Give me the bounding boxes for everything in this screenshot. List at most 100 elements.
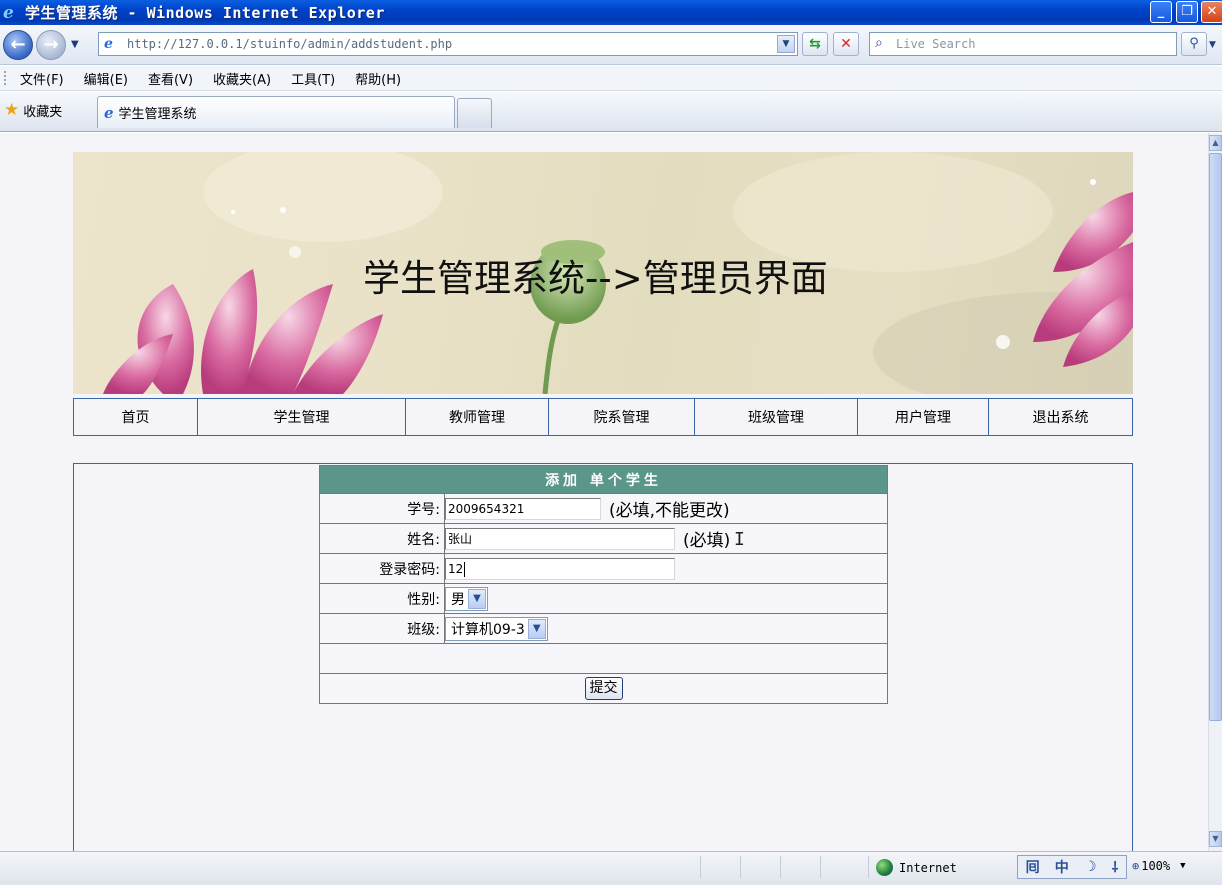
class-value: 计算机09-3 <box>451 621 525 638</box>
menu-bar: 文件(F) 编辑(E) 查看(V) 收藏夹(A) 工具(T) 帮助(H) <box>0 66 1222 91</box>
url-text[interactable]: http://127.0.0.1/stuinfo/admin/addstuden… <box>127 37 452 51</box>
nav-item-classes[interactable]: 班级管理 <box>695 399 858 435</box>
form-header-row: 添加 单个学生 <box>319 465 888 494</box>
star-icon: ★ <box>4 100 20 120</box>
forward-button[interactable]: → <box>36 30 66 60</box>
row-name: 姓名: 张山 (必填) I <box>319 523 888 554</box>
nav-item-students[interactable]: 学生管理 <box>198 399 406 435</box>
menu-help[interactable]: 帮助(H) <box>355 69 401 88</box>
status-bar: Internet 囘 中 ☽ ⸸ ⊕ 100% ▼ <box>0 851 1222 885</box>
row-gender: 性别: 男 ▼ <box>319 583 888 614</box>
scroll-down-button[interactable]: ▼ <box>1209 831 1222 847</box>
nav-item-logout[interactable]: 退出系统 <box>989 399 1132 435</box>
scroll-thumb[interactable] <box>1209 153 1222 721</box>
recent-pages-dropdown[interactable]: ▼ <box>71 39 79 50</box>
zoom-level: 100% <box>1141 859 1171 873</box>
student-id-hint: (必填,不能更改) <box>609 501 730 521</box>
window-titlebar: e 学生管理系统 - Windows Internet Explorer _ ❐… <box>0 0 1222 25</box>
tab-bar: ★ 收藏夹 e 学生管理系统 <box>0 92 1222 132</box>
nav-item-teachers[interactable]: 教师管理 <box>406 399 549 435</box>
row-password: 登录密码: 12 <box>319 553 888 584</box>
nav-item-users[interactable]: 用户管理 <box>858 399 989 435</box>
tab-active[interactable]: e 学生管理系统 <box>97 96 455 128</box>
page-icon: e <box>104 36 113 52</box>
row-student-id: 学号: 2009654321 (必填,不能更改) <box>319 493 888 524</box>
new-tab-button[interactable] <box>457 98 492 128</box>
ime-chinese-icon[interactable]: 中 <box>1055 857 1069 877</box>
refresh-icon: ⇆ <box>809 36 821 52</box>
ime-halfwidth-icon[interactable]: ☽ <box>1084 859 1097 875</box>
favorites-label: 收藏夹 <box>23 104 63 120</box>
gender-label: 性别: <box>319 583 445 614</box>
toolbar-grip[interactable] <box>4 71 10 85</box>
menu-view[interactable]: 查看(V) <box>148 69 193 88</box>
zone-label: Internet <box>899 860 957 875</box>
row-submit: 提交 <box>319 673 888 704</box>
tab-ie-icon: e <box>104 103 114 122</box>
close-button[interactable]: ✕ <box>1201 1 1222 23</box>
minimize-button[interactable]: _ <box>1150 1 1172 23</box>
add-student-form: 添加 单个学生 学号: 2009654321 (必填,不能更改) 姓名: 张山 (必… <box>319 465 888 704</box>
scroll-up-button[interactable]: ▲ <box>1209 135 1222 151</box>
forward-arrow-icon: → <box>43 34 59 55</box>
main-nav: 首页 学生管理 教师管理 院系管理 班级管理 用户管理 退出系统 <box>73 398 1133 436</box>
menu-file[interactable]: 文件(F) <box>20 69 64 88</box>
stop-icon: ✕ <box>840 36 852 52</box>
name-label: 姓名: <box>319 523 445 554</box>
gender-value: 男 <box>451 591 465 608</box>
menu-edit[interactable]: 编辑(E) <box>84 69 128 88</box>
window-title: 学生管理系统 - Windows Internet Explorer <box>25 4 385 22</box>
form-heading: 添加 单个学生 <box>319 465 888 494</box>
chevron-down-icon: ▼ <box>527 618 546 639</box>
gender-select[interactable]: 男 ▼ <box>445 586 488 611</box>
globe-icon <box>876 859 893 876</box>
ime-punctuation-icon[interactable]: ⸸ <box>1112 858 1119 877</box>
address-bar[interactable]: e http://127.0.0.1/stuinfo/admin/addstud… <box>98 32 798 56</box>
vertical-scrollbar[interactable]: ▲ ▼ <box>1208 133 1222 851</box>
stop-button[interactable]: ✕ <box>833 32 859 56</box>
submit-button[interactable]: 提交 <box>584 677 623 700</box>
class-label: 班级: <box>319 613 445 644</box>
search-button[interactable]: ⚲ <box>1181 32 1207 56</box>
student-id-input[interactable]: 2009654321 <box>445 497 601 520</box>
back-arrow-icon: ← <box>10 34 26 55</box>
name-input[interactable]: 张山 <box>445 527 675 550</box>
zoom-icon: ⊕ <box>1132 859 1140 873</box>
name-hint: (必填) <box>683 531 731 551</box>
page-viewport: 学生管理系统-->管理员界面 首页 学生管理 教师管理 院系管理 班级管理 用户… <box>0 133 1208 851</box>
magnifier-icon: ⚲ <box>1189 36 1199 51</box>
maximize-button[interactable]: ❐ <box>1176 1 1198 23</box>
menu-tools[interactable]: 工具(T) <box>291 69 335 88</box>
nav-item-home[interactable]: 首页 <box>74 399 198 435</box>
nav-item-departments[interactable]: 院系管理 <box>549 399 695 435</box>
banner-title: 学生管理系统-->管理员界面 <box>363 257 828 300</box>
password-value: 12 <box>448 561 464 576</box>
class-select[interactable]: 计算机09-3 ▼ <box>445 616 548 641</box>
chevron-down-icon: ▼ <box>468 588 486 609</box>
ime-mode-icon[interactable]: 囘 <box>1026 857 1040 877</box>
text-caret <box>464 561 466 577</box>
security-zone[interactable]: Internet <box>876 859 957 876</box>
row-spacer <box>319 643 888 674</box>
favorites-button[interactable]: ★ 收藏夹 <box>4 100 62 120</box>
row-class: 班级: 计算机09-3 ▼ <box>319 613 888 644</box>
text-cursor-icon: I <box>734 529 745 550</box>
ime-toolbar[interactable]: 囘 中 ☽ ⸸ <box>1017 855 1127 879</box>
tab-label: 学生管理系统 <box>118 107 197 122</box>
search-placeholder: Live Search <box>896 37 976 51</box>
menu-favorites[interactable]: 收藏夹(A) <box>213 69 271 88</box>
zoom-control[interactable]: ⊕ 100% ▼ <box>1132 859 1186 873</box>
header-banner: 学生管理系统-->管理员界面 <box>73 152 1133 394</box>
live-search-icon: ⌕ <box>875 35 883 51</box>
address-dropdown-button[interactable]: ▼ <box>777 35 795 53</box>
ie-logo-icon: e <box>3 2 14 23</box>
back-button[interactable]: ← <box>3 30 33 60</box>
address-toolbar: ← → ▼ e http://127.0.0.1/stuinfo/admin/a… <box>0 25 1222 65</box>
search-options-dropdown[interactable]: ▼ <box>1209 40 1216 50</box>
search-box[interactable]: ⌕ Live Search <box>869 32 1177 56</box>
refresh-button[interactable]: ⇆ <box>802 32 828 56</box>
student-id-label: 学号: <box>319 493 445 524</box>
zoom-dropdown-icon[interactable]: ▼ <box>1180 861 1185 871</box>
password-label: 登录密码: <box>319 553 445 584</box>
password-input[interactable]: 12 <box>445 557 675 580</box>
